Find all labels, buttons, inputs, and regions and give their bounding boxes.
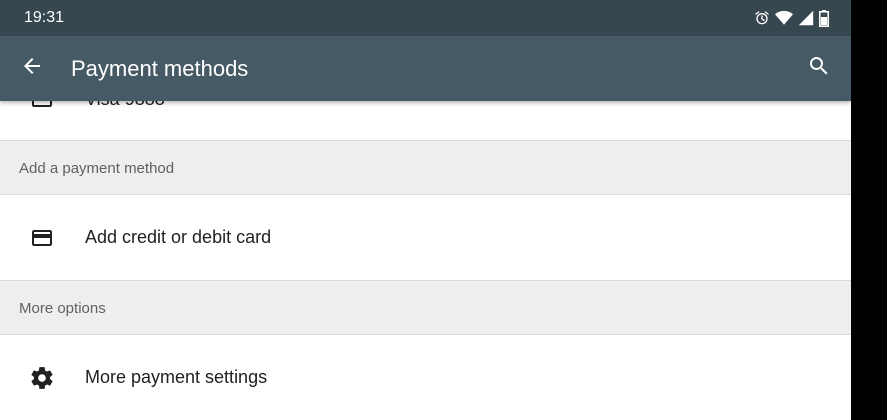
section-header-label: Add a payment method: [19, 160, 175, 177]
alarm-icon: [754, 10, 770, 26]
signal-icon: [798, 10, 814, 26]
section-header-more-options: More options: [0, 280, 851, 335]
app-toolbar: Payment methods: [0, 36, 851, 101]
battery-icon: [819, 9, 829, 27]
status-icons: [754, 9, 829, 27]
wifi-icon: [775, 10, 793, 26]
gear-icon: [29, 365, 55, 391]
more-payment-settings-label: More payment settings: [85, 367, 268, 387]
back-button[interactable]: [14, 50, 50, 86]
section-header-label: More options: [19, 300, 106, 317]
search-button[interactable]: [801, 50, 837, 86]
add-card-row[interactable]: Add credit or debit card: [0, 196, 851, 279]
search-icon: [807, 54, 831, 83]
arrow-back-icon: [20, 54, 44, 83]
status-time: 19:31: [24, 9, 65, 26]
section-header-add-payment: Add a payment method: [0, 140, 851, 195]
page-title: Payment methods: [71, 56, 249, 81]
payment-methods-screen: 19:31 Payment methods Add a payment meth…: [0, 0, 851, 420]
add-card-label: Add credit or debit card: [85, 227, 272, 247]
more-payment-settings-row[interactable]: More payment settings: [0, 336, 851, 420]
status-bar: 19:31: [0, 0, 851, 36]
credit-card-icon: [29, 225, 55, 251]
